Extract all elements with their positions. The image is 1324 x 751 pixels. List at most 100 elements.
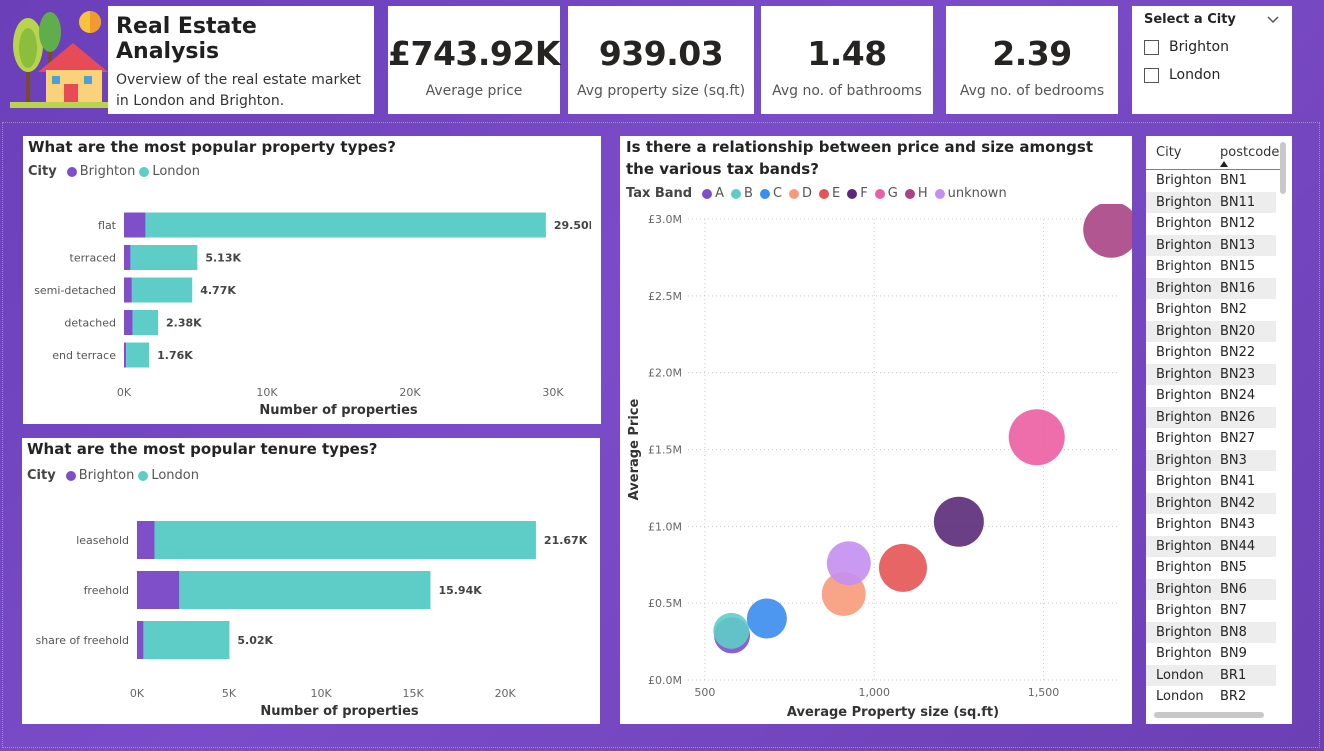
bar-london [143,621,230,659]
cell-city: Brighton [1156,323,1212,339]
legend-item-london[interactable]: London [152,164,200,179]
table-row[interactable]: Brighton BN6 [1146,578,1276,600]
cell-postcode: BN43 [1220,517,1256,533]
legend-item-G[interactable]: G [888,186,898,201]
legend-item-B[interactable]: B [744,186,753,201]
cell-city: Brighton [1156,259,1212,275]
legend-item-F[interactable]: F [860,186,867,201]
horizontal-scrollbar[interactable] [1154,712,1264,718]
bubble-H [1083,204,1132,258]
cell-city: Brighton [1156,474,1212,490]
data-label: 4.77K [200,284,236,297]
table-row[interactable]: Brighton BN12 [1146,213,1276,235]
table-row[interactable]: Brighton BN9 [1146,643,1276,665]
table-row[interactable]: Brighton BN1 [1146,170,1276,192]
cell-city: Brighton [1156,581,1212,597]
property-types-chart: What are the most popular property types… [23,136,601,424]
table-row[interactable]: Brighton BN3 [1146,449,1276,471]
table-row[interactable]: Brighton BN2 [1146,299,1276,321]
page-subtitle: Overview of the real estate market in Lo… [116,72,361,109]
cell-city: London [1156,667,1204,683]
legend-item-E[interactable]: E [832,186,840,201]
column-header-city[interactable]: City [1156,145,1220,160]
cell-postcode: BN5 [1220,560,1247,576]
table-row[interactable]: Brighton BN43 [1146,514,1276,536]
table-row[interactable]: Brighton BN15 [1146,256,1276,278]
bar-london [130,245,198,270]
cell-city: Brighton [1156,452,1212,468]
cell-city: Brighton [1156,495,1212,511]
data-label: 2.38K [166,317,202,330]
chevron-down-icon[interactable] [1266,15,1280,25]
cell-postcode: BN26 [1220,409,1256,425]
kpi-value: 939.03 [598,34,724,73]
cell-city: Brighton [1156,173,1212,189]
table-row[interactable]: Brighton BN11 [1146,191,1276,213]
x-tick-label: 0K [130,687,145,700]
column-header-postcode[interactable]: postcode [1220,145,1279,160]
legend-title: City [27,468,56,483]
legend-item-H[interactable]: H [918,186,928,201]
legend-item-A[interactable]: A [715,186,724,201]
table-row[interactable]: Brighton BN16 [1146,277,1276,299]
cell-postcode: BN44 [1220,538,1256,554]
checkbox-brighton[interactable] [1144,39,1159,55]
kpi-card-average-price: £743.92K Average price [388,6,560,114]
legend-item-london[interactable]: London [151,468,199,483]
table-row[interactable]: Brighton BN41 [1146,471,1276,493]
table-row[interactable]: Brighton BN13 [1146,234,1276,256]
legend-item-D[interactable]: D [802,186,812,201]
x-tick-label: 20K [399,386,421,399]
legend-dot-icon [904,188,915,199]
bar-brighton [137,521,155,559]
checkbox-london[interactable] [1144,67,1159,83]
tenure-types-chart: What are the most popular tenure types? … [22,438,600,724]
table-row[interactable]: Brighton BN27 [1146,428,1276,450]
x-tick-label: 10K [256,386,278,399]
cell-postcode: BR1 [1220,667,1247,683]
cell-city: Brighton [1156,345,1212,361]
category-label: terraced [70,252,116,265]
table-header: City postcode [1146,136,1280,170]
cell-postcode: BN11 [1220,194,1256,210]
legend-item-brighton[interactable]: Brighton [79,468,135,483]
kpi-label: Average price [425,83,523,99]
kpi-value: £743.92K [388,34,560,73]
cell-postcode: BN15 [1220,259,1256,275]
price-size-scatter-chart: Is there a relationship between price an… [620,136,1132,724]
slicer-option-brighton[interactable]: Brighton [1144,39,1280,55]
slicer-option-london[interactable]: London [1144,67,1280,83]
cell-postcode: BN27 [1220,431,1256,447]
cell-postcode: BN7 [1220,603,1247,619]
legend-item-unknown[interactable]: unknown [948,186,1007,201]
table-row[interactable]: Brighton BN5 [1146,557,1276,579]
legend-dot-icon [138,470,149,481]
table-row[interactable]: Brighton BN23 [1146,363,1276,385]
legend-dot-icon [65,470,76,481]
bar-brighton [124,310,133,335]
cell-city: Brighton [1156,431,1212,447]
bar-london [126,342,150,368]
sort-ascending-icon[interactable] [1220,161,1228,167]
cell-postcode: BN24 [1220,388,1256,404]
table-row[interactable]: London BR1 [1146,664,1276,686]
table-row[interactable]: Brighton BN22 [1146,342,1276,364]
table-row[interactable]: Brighton BN44 [1146,535,1276,557]
bar-london [132,310,159,335]
y-tick-label: £3.0M [648,213,682,226]
legend-item-brighton[interactable]: Brighton [80,164,136,179]
category-label: freehold [84,584,129,597]
table-row[interactable]: Brighton BN26 [1146,406,1276,428]
table-row[interactable]: London BR2 [1146,686,1276,708]
bar-brighton [137,571,180,609]
table-row[interactable]: Brighton BN7 [1146,600,1276,622]
table-row[interactable]: Brighton BN42 [1146,492,1276,514]
legend-item-C[interactable]: C [773,186,782,201]
vertical-scrollbar[interactable] [1280,142,1286,194]
table-row[interactable]: Brighton BN20 [1146,320,1276,342]
legend-dot-icon [731,188,742,199]
table-row[interactable]: Brighton BN24 [1146,385,1276,407]
scatter-svg: £0.0M £0.5M £1.0M £1.5M £2.0M £2.5M £3.0M 500 1,… [627,204,1132,720]
x-tick-label: 500 [694,686,715,699]
table-row[interactable]: Brighton BN8 [1146,621,1276,643]
